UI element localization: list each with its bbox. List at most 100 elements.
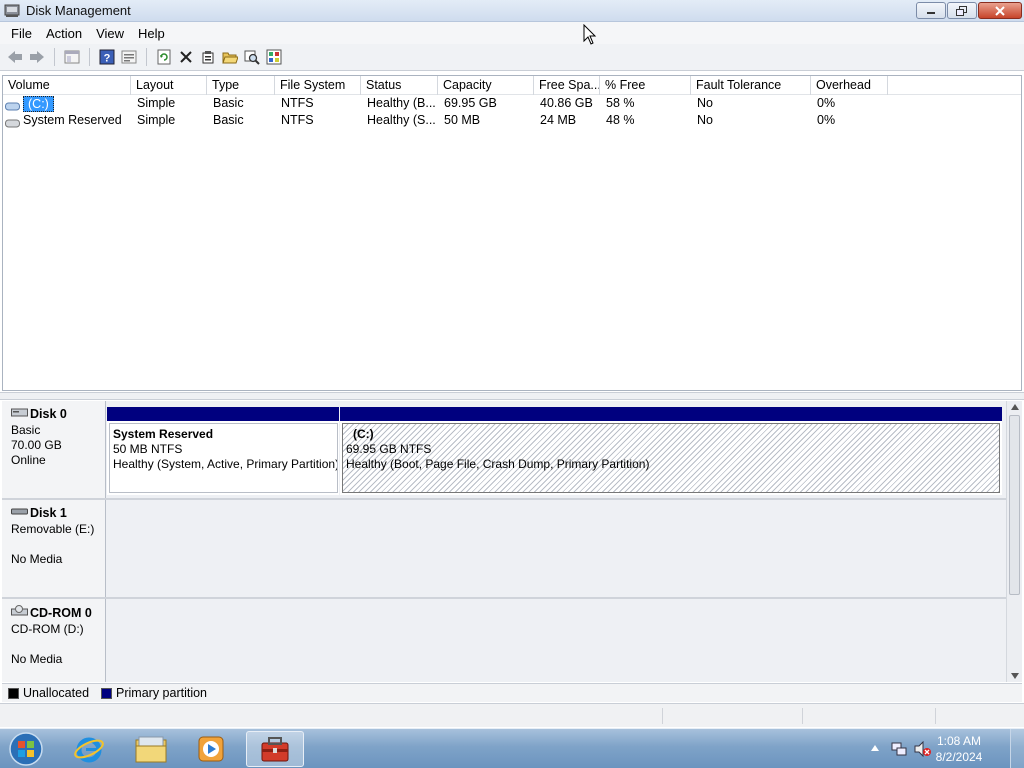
table-row[interactable]: (C:) Simple Basic NTFS Healthy (B... 69.… bbox=[3, 95, 1021, 112]
disk-0-row[interactable]: Disk 0 Basic 70.00 GB Online System Rese… bbox=[2, 401, 1006, 498]
clock-date: 8/2/2024 bbox=[935, 750, 983, 764]
menu-file[interactable]: File bbox=[4, 26, 39, 41]
restore-button[interactable] bbox=[947, 2, 977, 19]
properties-icon[interactable] bbox=[197, 46, 219, 68]
start-button[interactable] bbox=[6, 731, 48, 767]
settings-icon[interactable] bbox=[263, 46, 285, 68]
title-bar: Disk Management bbox=[0, 0, 1024, 22]
unallocated-swatch bbox=[8, 687, 19, 699]
mouse-cursor-icon bbox=[583, 23, 597, 49]
column-percent-free[interactable]: % Free bbox=[600, 76, 691, 95]
status-cell: Healthy (S... bbox=[367, 113, 436, 127]
minimize-button[interactable] bbox=[916, 2, 946, 19]
internet-explorer-icon[interactable] bbox=[62, 731, 116, 767]
help-icon[interactable]: ? bbox=[96, 46, 118, 68]
partition-status: Healthy (System, Active, Primary Partiti… bbox=[113, 457, 338, 471]
capacity-cell: 50 MB bbox=[444, 113, 481, 127]
explore-icon[interactable] bbox=[241, 46, 263, 68]
volume-cell: System Reserved bbox=[3, 112, 131, 129]
disk-view[interactable]: Disk 0 Basic 70.00 GB Online System Rese… bbox=[2, 401, 1022, 682]
percent-free-cell: 58 % bbox=[606, 96, 635, 110]
properties-view-icon[interactable] bbox=[118, 46, 140, 68]
cdrom-0-label[interactable]: CD-ROM 0 CD-ROM (D:) No Media bbox=[2, 599, 106, 682]
disk-type: Removable (E:) bbox=[11, 522, 95, 536]
delete-icon[interactable] bbox=[175, 46, 197, 68]
disk-management-icon bbox=[4, 3, 20, 18]
menu-view[interactable]: View bbox=[89, 26, 131, 41]
partition-size: 69.95 GB NTFS bbox=[346, 442, 432, 456]
partition-c[interactable]: (C:) 69.95 GB NTFS Healthy (Boot, Page F… bbox=[340, 407, 1002, 495]
fs-cell: NTFS bbox=[281, 113, 314, 127]
scroll-down-icon[interactable] bbox=[1011, 673, 1019, 679]
open-folder-icon[interactable] bbox=[219, 46, 241, 68]
clock-time: 1:08 AM bbox=[936, 734, 982, 748]
disk-type: Basic bbox=[11, 423, 41, 437]
file-explorer-icon[interactable] bbox=[124, 731, 178, 767]
close-button[interactable] bbox=[978, 2, 1022, 19]
table-row[interactable]: System Reserved Simple Basic NTFS Health… bbox=[3, 112, 1021, 129]
clock[interactable]: 1:08 AM 8/2/2024 bbox=[929, 733, 989, 765]
media-player-icon[interactable] bbox=[184, 731, 238, 767]
disk-name: Disk 0 bbox=[30, 407, 67, 421]
partition-name: (C:) bbox=[353, 427, 374, 441]
column-file-system[interactable]: File System bbox=[275, 76, 361, 95]
column-status[interactable]: Status bbox=[361, 76, 438, 95]
console-tree-icon[interactable] bbox=[61, 46, 83, 68]
disk-size bbox=[11, 637, 105, 652]
svg-text:?: ? bbox=[104, 53, 111, 65]
layout-cell: Simple bbox=[137, 113, 176, 127]
column-type[interactable]: Type bbox=[207, 76, 275, 95]
disk-status: No Media bbox=[11, 552, 63, 566]
window-title: Disk Management bbox=[26, 3, 131, 18]
cd-drive-icon bbox=[11, 605, 28, 620]
disk-status: No Media bbox=[11, 652, 63, 666]
fs-cell: NTFS bbox=[281, 96, 314, 110]
disk-name: CD-ROM 0 bbox=[30, 605, 92, 620]
menu-help[interactable]: Help bbox=[131, 26, 172, 41]
column-free-space[interactable]: Free Spa... bbox=[534, 76, 600, 95]
volume-column-header: Volume Layout Type File System Status Ca… bbox=[3, 76, 1021, 95]
volume-name: System Reserved bbox=[23, 113, 122, 127]
toolbar: ? bbox=[0, 44, 1024, 71]
menu-action[interactable]: Action bbox=[39, 26, 89, 41]
hard-disk-icon bbox=[11, 407, 28, 421]
scrollbar-thumb[interactable] bbox=[1009, 415, 1020, 595]
status-bar bbox=[0, 703, 1024, 727]
disk-size bbox=[11, 537, 105, 552]
forward-arrow-icon[interactable] bbox=[26, 46, 48, 68]
removable-disk-icon bbox=[11, 506, 28, 520]
partition-system-reserved[interactable]: System Reserved 50 MB NTFS Healthy (Syst… bbox=[107, 407, 339, 495]
disk-name: Disk 1 bbox=[30, 506, 67, 520]
pane-splitter[interactable] bbox=[0, 392, 1024, 400]
volume-list[interactable]: Volume Layout Type File System Status Ca… bbox=[2, 75, 1022, 391]
refresh-icon[interactable] bbox=[153, 46, 175, 68]
partition-size: 50 MB NTFS bbox=[113, 442, 183, 456]
show-hidden-icons-icon[interactable] bbox=[871, 745, 879, 751]
network-icon[interactable] bbox=[891, 741, 907, 757]
column-layout[interactable]: Layout bbox=[131, 76, 207, 95]
column-volume[interactable]: Volume bbox=[3, 76, 131, 95]
disk-0-label[interactable]: Disk 0 Basic 70.00 GB Online bbox=[2, 401, 106, 498]
taskbar: 1:08 AM 8/2/2024 bbox=[0, 728, 1024, 768]
scroll-up-icon[interactable] bbox=[1011, 404, 1019, 410]
disk-status: Online bbox=[11, 453, 46, 467]
drive-icon bbox=[5, 116, 20, 128]
computer-management-task[interactable] bbox=[246, 731, 304, 767]
column-overhead[interactable]: Overhead bbox=[811, 76, 888, 95]
column-fault-tolerance[interactable]: Fault Tolerance bbox=[691, 76, 811, 95]
cdrom-0-row[interactable]: CD-ROM 0 CD-ROM (D:) No Media bbox=[2, 599, 1006, 682]
show-desktop-button[interactable] bbox=[1010, 729, 1024, 768]
partition-status: Healthy (Boot, Page File, Crash Dump, Pr… bbox=[346, 457, 650, 471]
drive-icon bbox=[5, 99, 20, 111]
disk-view-scrollbar[interactable] bbox=[1006, 401, 1022, 682]
overhead-cell: 0% bbox=[817, 96, 836, 110]
type-cell: Basic bbox=[213, 96, 244, 110]
disk-type: CD-ROM (D:) bbox=[11, 622, 84, 636]
disk-1-row[interactable]: Disk 1 Removable (E:) No Media bbox=[2, 500, 1006, 597]
back-arrow-icon[interactable] bbox=[4, 46, 26, 68]
legend-primary: Primary partition bbox=[116, 686, 208, 700]
disk-1-label[interactable]: Disk 1 Removable (E:) No Media bbox=[2, 500, 106, 597]
column-capacity[interactable]: Capacity bbox=[438, 76, 534, 95]
disk-1-area bbox=[107, 500, 1006, 597]
free-cell: 40.86 GB bbox=[540, 96, 593, 110]
